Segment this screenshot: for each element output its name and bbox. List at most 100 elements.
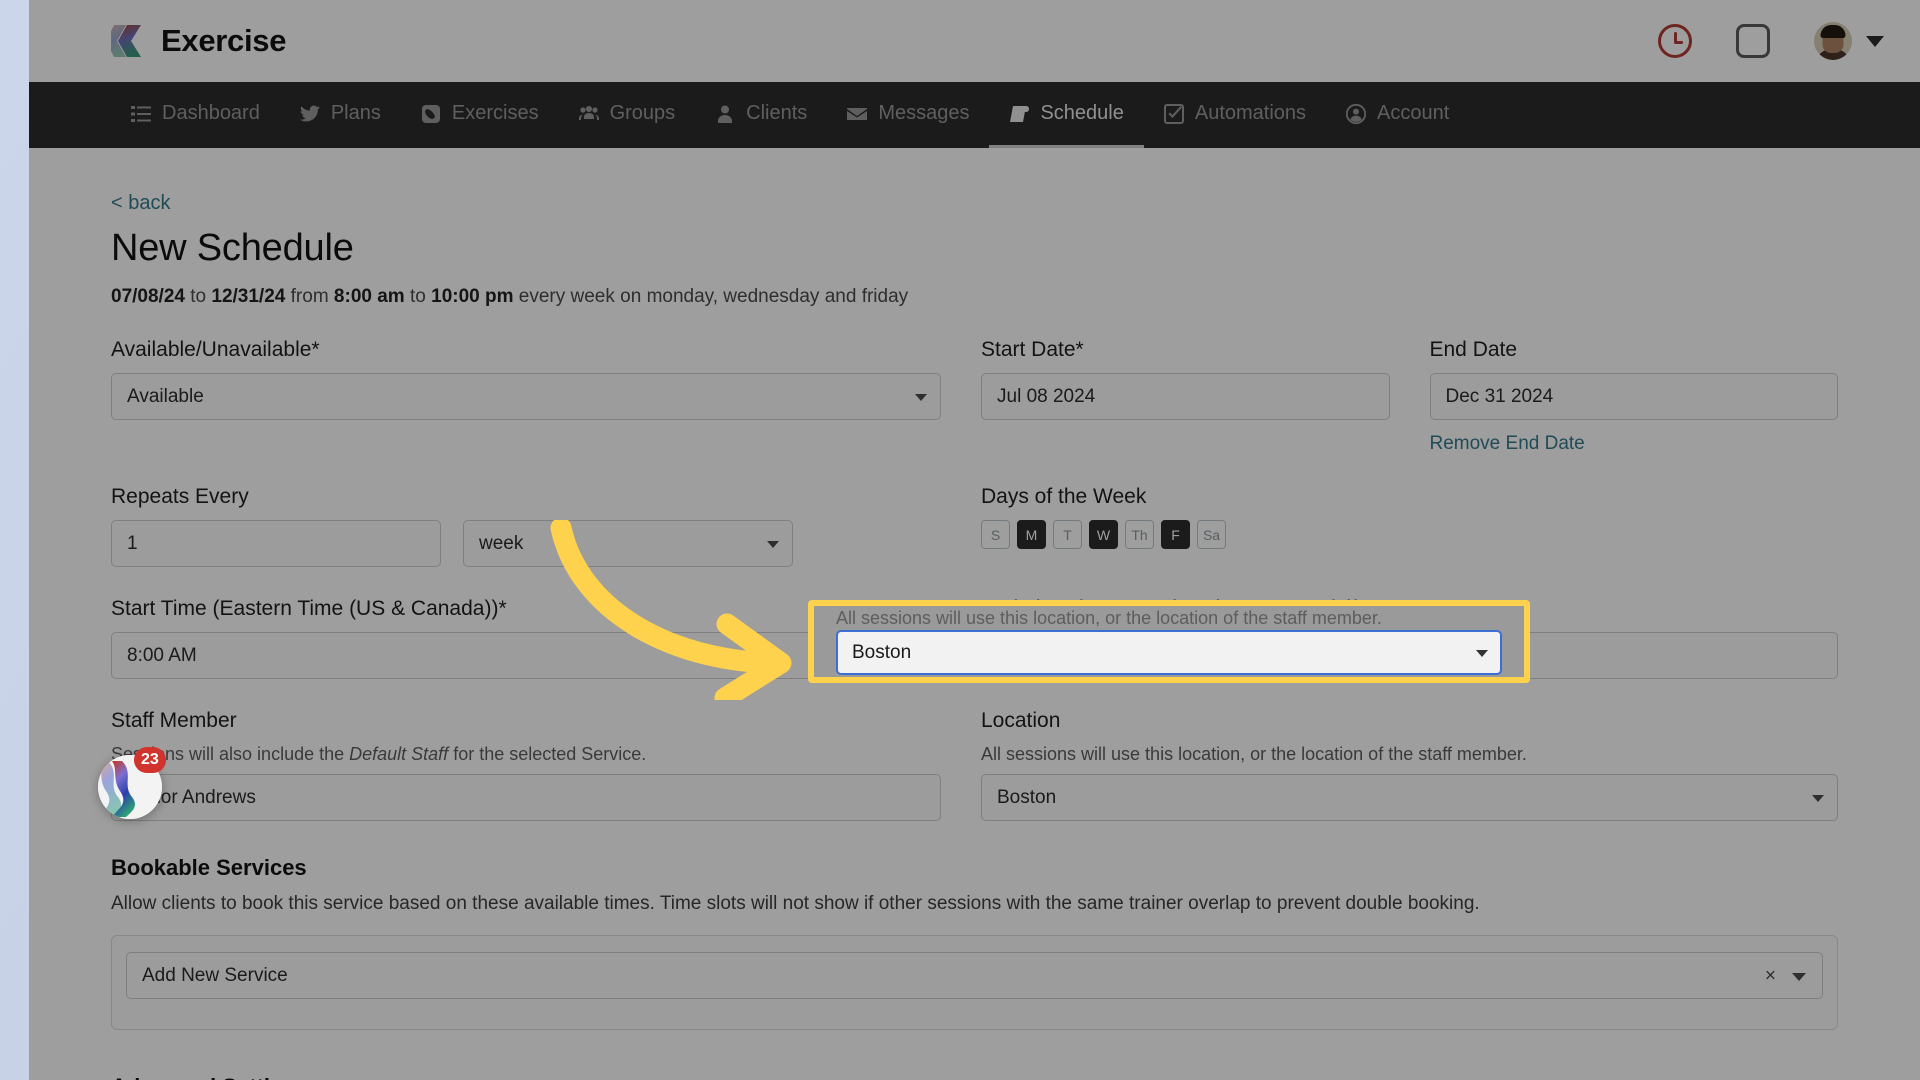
schedule-summary: 07/08/24 to 12/31/24 from 8:00 am to 10:… bbox=[111, 286, 1838, 308]
repeats-every-label: Repeats Every bbox=[111, 485, 249, 508]
staff-member-help: Sessions will also include the Default S… bbox=[111, 744, 941, 765]
nav-item-groups[interactable]: Groups bbox=[559, 82, 696, 148]
staff-member-field: Staff Member Sessions will also include … bbox=[111, 709, 941, 821]
start-date-field: Start Date* Jul 08 2024 bbox=[981, 338, 1390, 455]
repeat-unit-value: week bbox=[479, 533, 524, 554]
day-toggle-f[interactable]: F bbox=[1161, 520, 1190, 549]
start-date-input[interactable]: Jul 08 2024 bbox=[981, 373, 1390, 420]
add-new-service-value: Add New Service bbox=[142, 965, 288, 986]
availability-select[interactable]: Available bbox=[111, 373, 941, 420]
days-of-week-label: Days of the Week bbox=[981, 485, 1147, 508]
account-menu[interactable] bbox=[1814, 22, 1884, 60]
group-icon bbox=[578, 104, 599, 124]
day-toggle-t[interactable]: T bbox=[1053, 520, 1082, 549]
page-dim-layer: Exercise Dashboard Plans Exercises Group… bbox=[29, 0, 1920, 1080]
chevron-down-icon bbox=[915, 393, 927, 401]
brand[interactable]: Exercise bbox=[106, 23, 287, 59]
chevron-down-icon bbox=[1866, 35, 1884, 47]
nav-label: Automations bbox=[1194, 102, 1307, 124]
availability-label: Available/Unavailable* bbox=[111, 338, 320, 361]
end-date-label: End Date bbox=[1429, 338, 1518, 361]
location-select[interactable]: Boston bbox=[836, 630, 1502, 675]
location-label: Location bbox=[981, 709, 1061, 732]
repeat-unit-select[interactable]: week bbox=[463, 520, 793, 567]
envelope-icon bbox=[847, 104, 868, 124]
main-navigation: Dashboard Plans Exercises Groups Clients bbox=[29, 82, 1920, 148]
location-select-underlay[interactable]: Boston bbox=[981, 774, 1838, 821]
nav-item-plans[interactable]: Plans bbox=[280, 82, 401, 148]
day-toggle-sa[interactable]: Sa bbox=[1197, 520, 1226, 549]
summary-start-date: 07/08/24 bbox=[111, 286, 185, 307]
square-outline-icon[interactable] bbox=[1736, 24, 1770, 58]
bookable-services-title: Bookable Services bbox=[111, 855, 307, 880]
location-value-underlay: Boston bbox=[997, 787, 1057, 808]
nav-item-automations[interactable]: Automations bbox=[1144, 82, 1326, 148]
summary-start-time: 8:00 am bbox=[333, 286, 405, 307]
chevron-down-icon bbox=[767, 540, 779, 548]
staff-member-label: Staff Member bbox=[111, 709, 237, 732]
form-row-4: Staff Member Sessions will also include … bbox=[111, 709, 1838, 821]
location-help-highlighted: All sessions will use this location, or … bbox=[836, 608, 1382, 628]
staff-help-suffix: for the selected Service. bbox=[448, 744, 647, 764]
phone-icon bbox=[421, 104, 441, 124]
date-fields: Start Date* Jul 08 2024 End Date Dec 31 … bbox=[981, 338, 1838, 455]
brand-title: Exercise bbox=[161, 23, 287, 58]
exercise-logo-icon bbox=[106, 24, 147, 58]
summary-end-date: 12/31/24 bbox=[211, 286, 286, 307]
bookable-services-description: Allow clients to book this service based… bbox=[111, 893, 1480, 914]
location-value: Boston bbox=[852, 642, 912, 663]
nav-label: Clients bbox=[746, 102, 808, 124]
location-field: Location All sessions will use this loca… bbox=[981, 709, 1838, 821]
book-icon bbox=[1009, 104, 1030, 124]
availability-value: Available bbox=[127, 386, 204, 407]
end-date-input[interactable]: Dec 31 2024 bbox=[1429, 373, 1838, 420]
back-link[interactable]: < back bbox=[111, 192, 170, 214]
day-toggle-th[interactable]: Th bbox=[1125, 520, 1154, 549]
remove-end-date-link[interactable]: Remove End Date bbox=[1430, 433, 1585, 455]
top-bar: Exercise bbox=[29, 0, 1920, 82]
repeat-count-value: 1 bbox=[127, 533, 138, 554]
page-title: New Schedule bbox=[111, 227, 354, 269]
top-bar-actions bbox=[1658, 22, 1884, 60]
nav-item-dashboard[interactable]: Dashboard bbox=[111, 82, 280, 148]
day-toggle-m[interactable]: M bbox=[1017, 520, 1046, 549]
user-circle-icon bbox=[1346, 103, 1367, 124]
nav-item-exercises[interactable]: Exercises bbox=[401, 82, 559, 148]
repeat-count-input[interactable]: 1 bbox=[111, 520, 441, 567]
days-of-week-group: S M T W Th F Sa bbox=[981, 520, 1838, 549]
chat-unread-badge: 23 bbox=[134, 747, 166, 773]
chevron-down-icon bbox=[1812, 794, 1824, 802]
chevron-down-icon bbox=[1476, 649, 1488, 657]
summary-end-time: 10:00 pm bbox=[431, 286, 514, 307]
check-box-icon bbox=[1163, 103, 1184, 124]
form-row-2: Repeats Every 1 week Days of the Week S … bbox=[111, 485, 1838, 567]
chat-widget[interactable]: 23 bbox=[98, 747, 166, 819]
availability-field: Available/Unavailable* Available bbox=[111, 338, 941, 455]
add-new-service-select[interactable]: Add New Service × bbox=[126, 952, 1823, 999]
nav-label: Groups bbox=[609, 102, 676, 124]
summary-recurrence: every week on monday, wednesday and frid… bbox=[518, 286, 909, 307]
day-toggle-s[interactable]: S bbox=[981, 520, 1010, 549]
chevron-down-icon bbox=[1792, 972, 1806, 981]
nav-label: Dashboard bbox=[162, 102, 260, 124]
nav-item-account[interactable]: Account bbox=[1326, 82, 1469, 148]
nav-item-schedule[interactable]: Schedule bbox=[989, 82, 1144, 148]
form-row-1: Available/Unavailable* Available Start D… bbox=[111, 338, 1838, 455]
summary-from: from bbox=[290, 286, 329, 307]
bookable-services-card: Add New Service × bbox=[111, 935, 1838, 1030]
day-toggle-w[interactable]: W bbox=[1089, 520, 1118, 549]
end-date-value: Dec 31 2024 bbox=[1445, 386, 1554, 407]
location-help: All sessions will use this location, or … bbox=[981, 744, 1527, 764]
repeats-every-field: Repeats Every 1 week bbox=[111, 485, 941, 567]
days-of-week-field: Days of the Week S M T W Th F Sa bbox=[981, 485, 1838, 567]
browser-window: Exercise Dashboard Plans Exercises Group… bbox=[29, 0, 1920, 1080]
end-date-field: End Date Dec 31 2024 Remove End Date bbox=[1429, 338, 1838, 455]
clock-icon[interactable] bbox=[1658, 24, 1692, 58]
nav-item-clients[interactable]: Clients bbox=[695, 82, 827, 148]
start-date-value: Jul 08 2024 bbox=[997, 386, 1096, 407]
nav-label: Plans bbox=[330, 102, 381, 124]
close-icon[interactable]: × bbox=[1765, 953, 1776, 998]
nav-item-messages[interactable]: Messages bbox=[827, 82, 989, 148]
staff-member-select[interactable]: Taylor Andrews bbox=[111, 774, 941, 821]
advanced-settings-title: Advanced Settings bbox=[111, 1074, 1838, 1080]
